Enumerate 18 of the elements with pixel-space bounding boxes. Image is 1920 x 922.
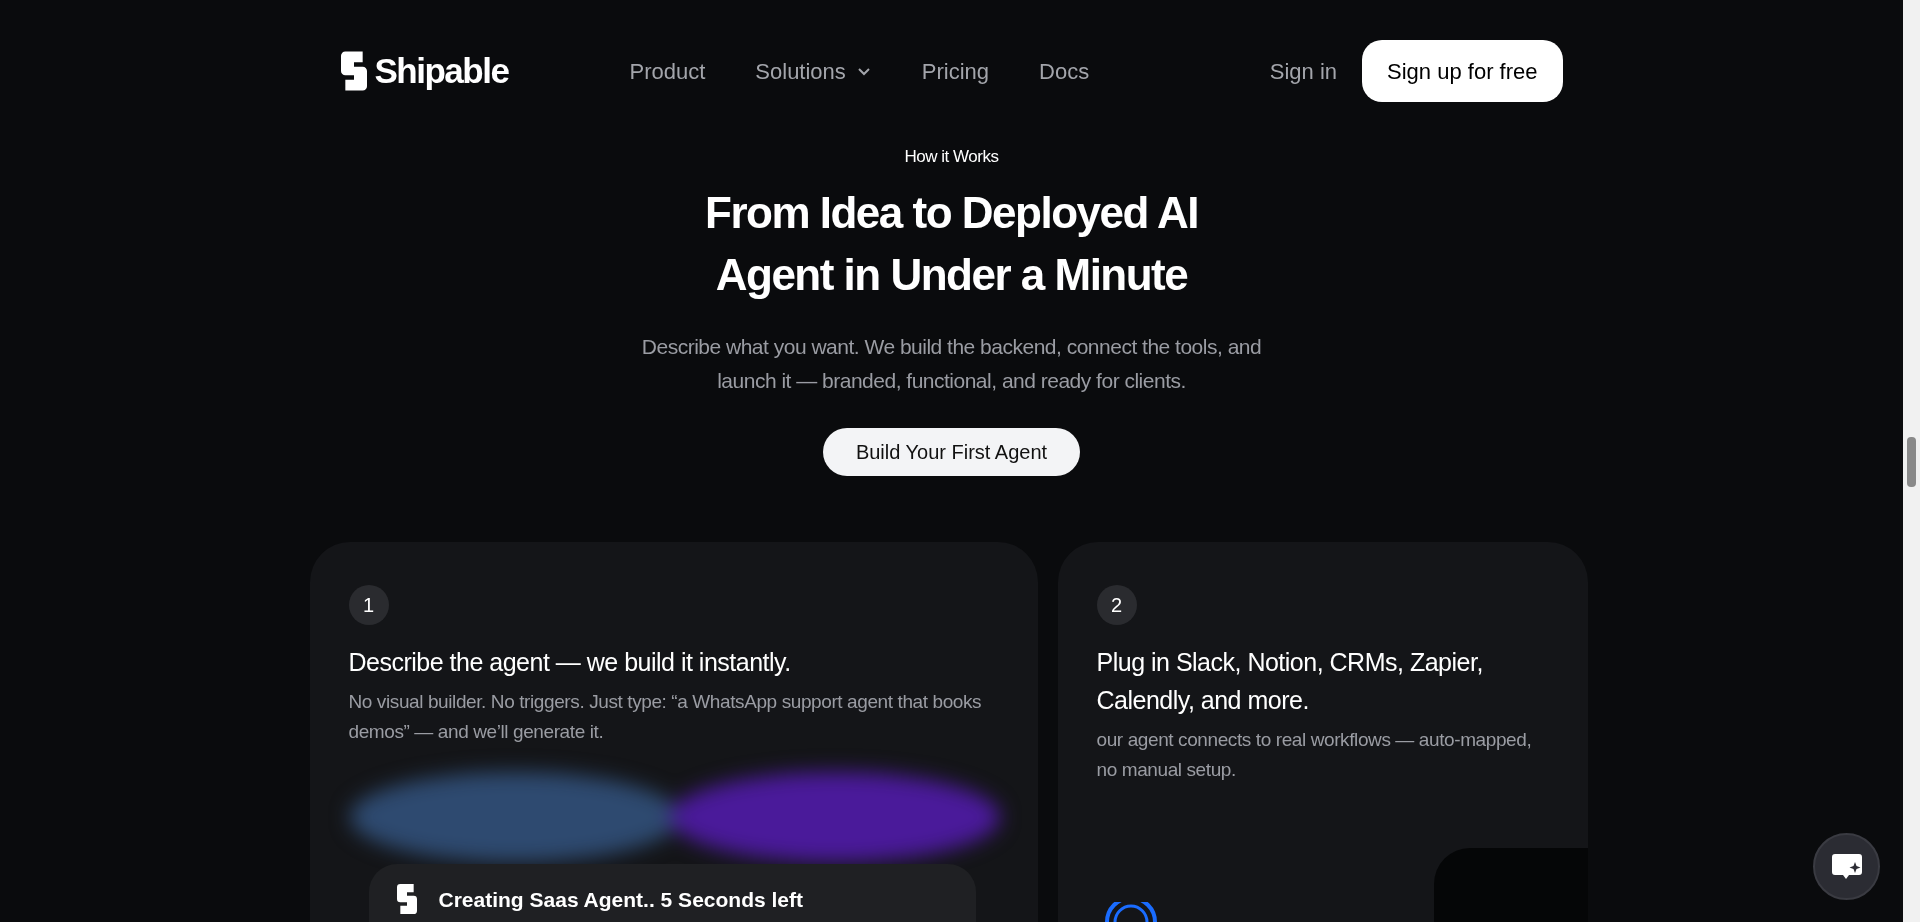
nav-link[interactable]: Docs (1039, 54, 1090, 88)
section-subtitle: Describe what you want. We build the backend, connect the tools, and launch it — branded, functional, and ready for clients. (641, 333, 1262, 394)
nav-link[interactable]: Product (629, 54, 706, 88)
nav-link[interactable]: Solutions (755, 54, 872, 88)
nav-link[interactable]: Pricing (921, 54, 990, 88)
cta-button[interactable]: Build Your First Agent (823, 427, 1080, 476)
section-heading: From Idea to Deployed AI Agent in Under a Minute (705, 186, 1198, 301)
step-description: our agent connects to real workflows — auto-mapped, no manual setup. (1096, 728, 1533, 782)
step-title: Describe the agent — we build it instantly. (348, 647, 792, 678)
step-number: 1 (348, 585, 389, 625)
signup-button[interactable]: Sign up for free (1362, 40, 1563, 102)
step-description: No visual builder. No triggers. Just type: “a WhatsApp support agent that books demos” — and we’ll generate it. (348, 690, 983, 744)
step-title: Plug in Slack, Notion, CRMs, Zapier, Calendly, and more. (1096, 647, 1484, 716)
status-text: Creating Saas Agent.. 5 Seconds left (438, 887, 803, 913)
brand-name[interactable]: Shipable (374, 44, 509, 98)
eyebrow-label: How it Works (904, 146, 999, 168)
sign-in-link[interactable]: Sign in (1269, 54, 1338, 88)
step-number: 2 (1096, 585, 1137, 625)
